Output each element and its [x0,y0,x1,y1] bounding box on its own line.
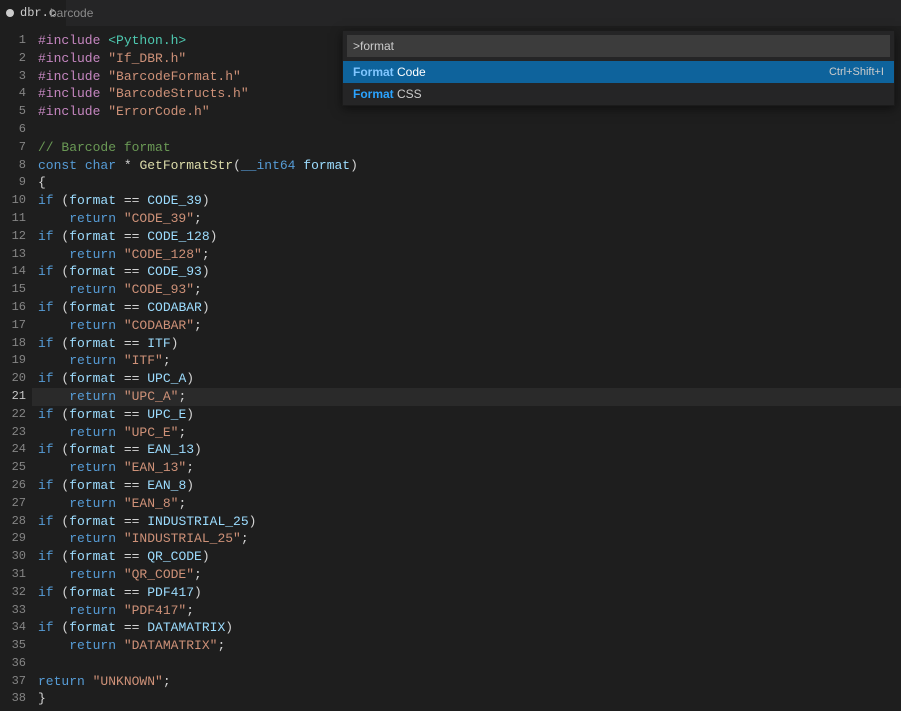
tab-bar: dbr.c barcode [0,0,901,26]
command-palette-list: Format Code Ctrl+Shift+I Format CSS [343,61,894,105]
code-line[interactable]: return "INDUSTRIAL_25"; [38,530,901,548]
code-line[interactable]: if (format == CODE_93) [38,263,901,281]
code-line[interactable]: return "EAN_13"; [38,459,901,477]
line-number: 1 [0,32,32,50]
line-number: 20 [0,370,32,388]
line-number: 23 [0,424,32,442]
code-line[interactable]: return "CODABAR"; [38,317,901,335]
command-palette-item-label: Format Code [353,65,426,79]
line-number: 26 [0,477,32,495]
code-line[interactable]: return "CODE_39"; [38,210,901,228]
code-line[interactable]: const char * GetFormatStr(__int64 format… [38,157,901,175]
line-number: 19 [0,352,32,370]
line-number-gutter: 1234567891011121314151617181920212223242… [0,26,32,708]
code-line[interactable]: return "PDF417"; [38,602,901,620]
editor[interactable]: 1234567891011121314151617181920212223242… [0,26,901,711]
code-area[interactable]: #include <Python.h>#include "If_DBR.h"#i… [32,26,901,708]
line-number: 21 [0,388,32,406]
code-line[interactable] [38,655,901,673]
line-number: 36 [0,655,32,673]
code-line[interactable]: return "ITF"; [38,352,901,370]
line-number: 6 [0,121,32,139]
command-palette-item-keybind: Ctrl+Shift+I [829,66,884,78]
line-number: 4 [0,85,32,103]
line-number: 5 [0,103,32,121]
code-line[interactable]: if (format == DATAMATRIX) [38,619,901,637]
code-line[interactable]: return "EAN_8"; [38,495,901,513]
command-palette-item[interactable]: Format Code Ctrl+Shift+I [343,61,894,83]
code-line[interactable]: return "CODE_128"; [38,246,901,264]
line-number: 2 [0,50,32,68]
breadcrumb-segment: barcode [50,6,93,20]
line-number: 24 [0,441,32,459]
code-line[interactable]: if (format == PDF417) [38,584,901,602]
code-line[interactable]: return "UNKNOWN"; [38,673,901,691]
code-line[interactable]: return "CODE_93"; [38,281,901,299]
code-line[interactable]: if (format == INDUSTRIAL_25) [38,513,901,531]
line-number: 13 [0,246,32,264]
line-number: 10 [0,192,32,210]
code-line[interactable]: return "DATAMATRIX"; [38,637,901,655]
line-number: 22 [0,406,32,424]
line-number: 17 [0,317,32,335]
code-line[interactable]: if (format == QR_CODE) [38,548,901,566]
line-number: 32 [0,584,32,602]
line-number: 27 [0,495,32,513]
line-number: 30 [0,548,32,566]
code-line[interactable]: if (format == CODE_39) [38,192,901,210]
line-number: 12 [0,228,32,246]
line-number: 16 [0,299,32,317]
code-line[interactable]: // Barcode format [38,139,901,157]
line-number: 34 [0,619,32,637]
line-number: 11 [0,210,32,228]
line-number: 25 [0,459,32,477]
line-number: 8 [0,157,32,175]
code-line[interactable] [38,121,901,139]
dirty-indicator-icon [6,9,14,17]
code-line[interactable]: return "QR_CODE"; [38,566,901,584]
line-number: 37 [0,673,32,691]
code-line[interactable]: { [38,174,901,192]
line-number: 29 [0,530,32,548]
line-number: 14 [0,263,32,281]
code-line[interactable]: if (format == EAN_8) [38,477,901,495]
command-palette-item-label: Format CSS [353,87,422,101]
command-palette-item[interactable]: Format CSS [343,83,894,105]
code-line[interactable]: } [38,690,901,708]
code-line[interactable]: return "UPC_A"; [32,388,901,406]
code-line[interactable]: return "UPC_E"; [38,424,901,442]
line-number: 3 [0,68,32,86]
code-line[interactable]: if (format == EAN_13) [38,441,901,459]
command-palette: Format Code Ctrl+Shift+I Format CSS [342,30,895,106]
line-number: 38 [0,690,32,708]
line-number: 7 [0,139,32,157]
line-number: 31 [0,566,32,584]
line-number: 35 [0,637,32,655]
line-number: 28 [0,513,32,531]
line-number: 18 [0,335,32,353]
code-line[interactable]: if (format == CODE_128) [38,228,901,246]
code-line[interactable]: if (format == UPC_E) [38,406,901,424]
code-line[interactable]: if (format == UPC_A) [38,370,901,388]
command-palette-input[interactable] [347,35,890,57]
breadcrumb[interactable]: barcode [50,0,93,26]
code-line[interactable]: if (format == CODABAR) [38,299,901,317]
code-line[interactable]: if (format == ITF) [38,335,901,353]
line-number: 33 [0,602,32,620]
line-number: 15 [0,281,32,299]
line-number: 9 [0,174,32,192]
